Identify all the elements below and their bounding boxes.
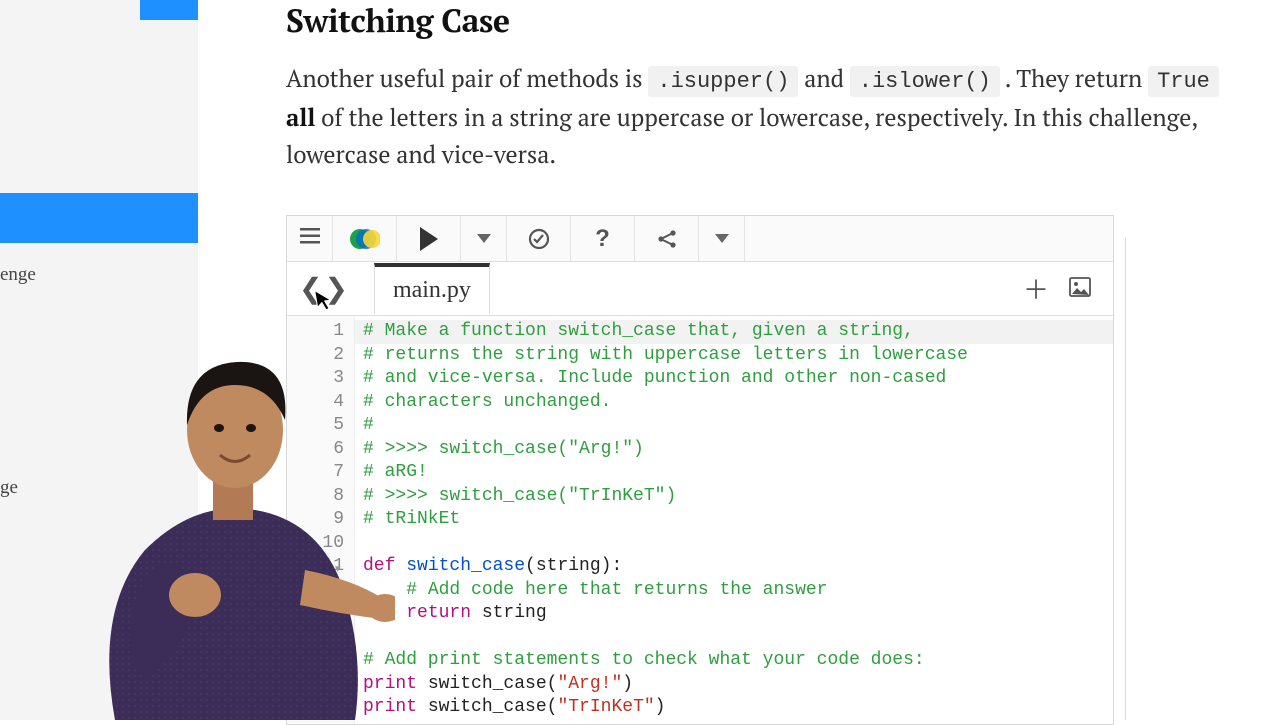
play-icon <box>420 227 438 251</box>
check-button[interactable] <box>507 216 571 261</box>
plus-icon: ＋ <box>1023 275 1049 305</box>
code-line[interactable] <box>363 532 1113 556</box>
output-panel <box>1125 238 1280 720</box>
line-number: 2 <box>287 344 344 368</box>
line-number: 8 <box>287 485 344 509</box>
file-tabbar: ❮ ❯ main.py ＋ <box>287 262 1113 316</box>
course-sidebar: enge ge <box>0 0 198 720</box>
sidebar-item-challenge[interactable]: enge <box>0 252 198 298</box>
line-number: 15 <box>287 649 344 673</box>
line-number: 13 <box>287 602 344 626</box>
code-line[interactable]: def switch_case(string): <box>363 555 1113 579</box>
trinket-logo[interactable] <box>333 216 397 261</box>
line-number-gutter: 1234567891011121314151617 <box>287 316 355 724</box>
sidebar-item-active[interactable] <box>0 193 198 243</box>
check-circle-icon <box>528 228 550 250</box>
line-number: 9 <box>287 508 344 532</box>
trinket-embed: ? ❮ ❯ main.py <box>286 215 1114 725</box>
code-line[interactable]: # and vice-versa. Include punction and o… <box>363 367 1113 391</box>
line-number: 12 <box>287 579 344 603</box>
lesson-paragraph: Another useful pair of methods is .isupp… <box>286 60 1280 173</box>
add-file-button[interactable]: ＋ <box>1013 270 1059 307</box>
help-button[interactable]: ? <box>571 216 635 261</box>
sidebar-progress-marker <box>140 0 198 20</box>
sidebar-item-label: ge <box>0 477 18 498</box>
code-line[interactable]: # >>>> switch_case("TrInKeT") <box>363 485 1113 509</box>
code-isupper: .isupper() <box>648 66 798 97</box>
line-number: 10 <box>287 532 344 556</box>
code-line[interactable]: # <box>363 414 1113 438</box>
code-editor[interactable]: 1234567891011121314151617 # Make a funct… <box>287 316 1113 724</box>
line-number: 1 <box>287 320 344 344</box>
code-line[interactable]: # Add print statements to check what you… <box>363 649 1113 673</box>
code-line[interactable]: print switch_case("Arg!") <box>363 673 1113 697</box>
line-number: 3 <box>287 367 344 391</box>
run-button[interactable] <box>397 216 461 261</box>
code-line[interactable]: # returns the string with uppercase lett… <box>363 344 1113 368</box>
trinket-logo-icon <box>350 224 380 254</box>
file-tab-label: main.py <box>393 277 471 303</box>
chevron-down-icon <box>715 234 729 243</box>
share-button[interactable] <box>635 216 699 261</box>
question-icon: ? <box>595 225 610 253</box>
line-number: 17 <box>287 696 344 720</box>
code-line[interactable]: # tRiNkEt <box>363 508 1113 532</box>
code-content[interactable]: # Make a function switch_case that, give… <box>355 316 1113 724</box>
code-line[interactable]: # >>>> switch_case("Arg!") <box>363 438 1113 462</box>
code-line[interactable]: # Add code here that returns the answer <box>363 579 1113 603</box>
code-islower: .islower() <box>850 66 1000 97</box>
hamburger-icon <box>300 227 320 250</box>
image-icon <box>1069 277 1091 297</box>
run-options-button[interactable] <box>461 216 507 261</box>
code-line[interactable] <box>363 626 1113 650</box>
menu-button[interactable] <box>287 216 333 261</box>
code-line[interactable]: # characters unchanged. <box>363 391 1113 415</box>
line-number: 6 <box>287 438 344 462</box>
file-tab-main[interactable]: main.py <box>374 263 490 314</box>
code-line[interactable]: # Make a function switch_case that, give… <box>363 320 1113 344</box>
code-line[interactable]: return string <box>363 602 1113 626</box>
upload-image-button[interactable] <box>1059 273 1101 304</box>
lesson-content: Switching Case Another useful pair of me… <box>198 0 1280 720</box>
line-number: 11 <box>287 555 344 579</box>
page-title: Switching Case <box>286 0 1280 42</box>
line-number: 7 <box>287 461 344 485</box>
share-options-button[interactable] <box>699 216 745 261</box>
share-icon <box>656 228 678 250</box>
line-number: 4 <box>287 391 344 415</box>
line-number: 16 <box>287 673 344 697</box>
trinket-toolbar: ? <box>287 216 1113 262</box>
chevron-down-icon <box>477 234 491 243</box>
sidebar-item-label: enge <box>0 264 36 285</box>
code-true: True <box>1148 66 1219 97</box>
line-number: 14 <box>287 626 344 650</box>
code-line[interactable]: print switch_case("TrInKeT") <box>363 696 1113 720</box>
sidebar-item-strings[interactable]: ge <box>0 465 198 511</box>
line-number: 5 <box>287 414 344 438</box>
code-line[interactable]: # aRG! <box>363 461 1113 485</box>
